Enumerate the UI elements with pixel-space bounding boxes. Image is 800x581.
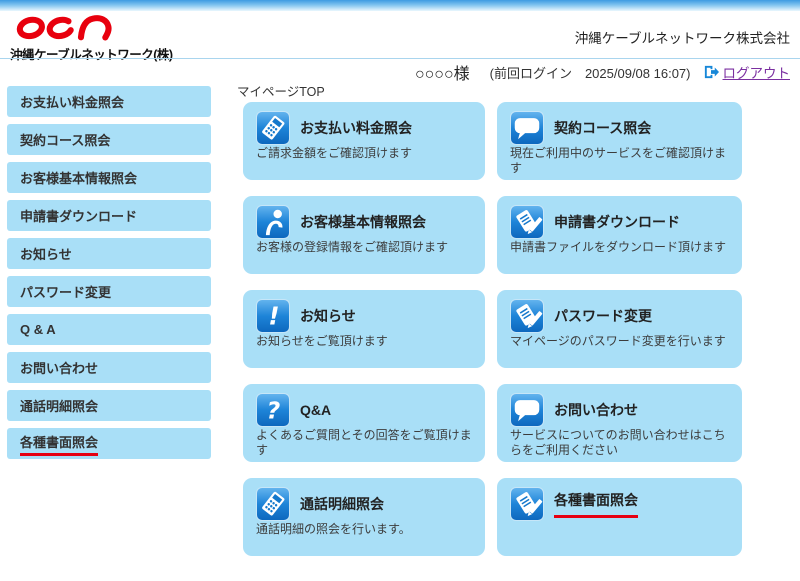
logo-company-text: 沖縄ケーブルネットワーク(株) [10,44,173,63]
card-contract-course[interactable]: 契約コース照会 現在ご利用中のサービスをご確認頂けます [497,102,742,180]
card-title: 通話明細照会 [300,494,384,514]
company-logo[interactable]: 沖縄ケーブルネットワーク(株) [10,13,173,63]
document-pencil-icon [510,487,544,521]
card-description: 通話明細の照会を行います。 [256,522,479,537]
company-name: 沖縄ケーブルネットワーク株式会社 [575,27,790,47]
logout-label: ログアウト [723,62,791,82]
card-title: Q&A [300,402,331,418]
card-title: お支払い料金照会 [300,118,412,138]
sidebar-item-news[interactable]: お知らせ [7,238,211,269]
calculator-icon [256,111,290,145]
speech-bubble-icon [510,393,544,427]
card-application-download[interactable]: 申請書ダウンロード 申請書ファイルをダウンロード頂けます [497,196,742,274]
svg-text:?: ? [267,396,281,424]
card-description: 現在ご利用中のサービスをご確認頂けます [510,146,736,176]
card-title: 各種書面照会 [554,490,638,518]
logout-icon [703,64,719,80]
person-icon [256,205,290,239]
sidebar-item-application-download[interactable]: 申請書ダウンロード [7,200,211,231]
card-qa[interactable]: ? Q&A よくあるご質問とその回答をご覧頂けます [243,384,485,462]
card-title: お問い合わせ [554,400,638,420]
user-name: ○○○○様 [415,60,470,84]
question-icon: ? [256,393,290,427]
speech-bubble-icon [510,111,544,145]
ocn-logo-icon [10,28,160,45]
document-pencil-icon [510,205,544,239]
card-description: お客様の登録情報をご確認頂けます [256,240,479,255]
document-pencil-icon [510,299,544,333]
breadcrumb: マイページTOP [237,81,325,100]
logout-button[interactable]: ログアウト [703,62,791,82]
card-customer-info[interactable]: お客様基本情報照会 お客様の登録情報をご確認頂けます [243,196,485,274]
card-description: お知らせをご覧頂けます [256,334,479,349]
sidebar-item-contract-course[interactable]: 契約コース照会 [7,124,211,155]
card-title: 申請書ダウンロード [554,212,680,232]
card-documents[interactable]: 各種書面照会 [497,478,742,556]
card-title: お客様基本情報照会 [300,212,426,232]
exclamation-icon: ! [256,299,290,333]
card-title: お知らせ [300,306,356,326]
card-password-change[interactable]: パスワード変更 マイページのパスワード変更を行います [497,290,742,368]
card-description: サービスについてのお問い合わせはこちらをご利用ください [510,428,736,458]
sidebar-item-documents[interactable]: 各種書面照会 [7,428,211,459]
card-description: マイページのパスワード変更を行います [510,334,736,349]
sidebar-item-customer-info[interactable]: お客様基本情報照会 [7,162,211,193]
sidebar-item-contact[interactable]: お問い合わせ [7,352,211,383]
sidebar-item-qa[interactable]: Q & A [7,314,211,345]
card-description: 申請書ファイルをダウンロード頂けます [510,240,736,255]
top-gradient-bar [0,0,800,11]
sidebar-item-payment-inquiry[interactable]: お支払い料金照会 [7,86,211,117]
svg-text:!: ! [268,301,279,330]
card-title: パスワード変更 [554,306,652,326]
calculator-icon [256,487,290,521]
header-divider [0,58,800,59]
card-grid: お支払い料金照会 ご請求金額をご確認頂けます 契約コース照会 現在ご利用中のサー… [243,102,742,556]
sidebar-item-call-detail[interactable]: 通話明細照会 [7,390,211,421]
card-description: よくあるご質問とその回答をご覧頂けます [256,428,479,458]
card-description: ご請求金額をご確認頂けます [256,146,479,161]
last-login-info: (前回ログイン 2025/09/08 16:07) [490,63,691,82]
card-news[interactable]: ! お知らせ お知らせをご覧頂けます [243,290,485,368]
card-call-detail[interactable]: 通話明細照会 通話明細の照会を行います。 [243,478,485,556]
sidebar-item-password-change[interactable]: パスワード変更 [7,276,211,307]
card-contact[interactable]: お問い合わせ サービスについてのお問い合わせはこちらをご利用ください [497,384,742,462]
card-payment-inquiry[interactable]: お支払い料金照会 ご請求金額をご確認頂けます [243,102,485,180]
sidebar-menu: お支払い料金照会 契約コース照会 お客様基本情報照会 申請書ダウンロード お知ら… [7,86,211,459]
card-title: 契約コース照会 [554,118,651,138]
user-status-bar: ○○○○様 (前回ログイン 2025/09/08 16:07) ログアウト [415,61,790,83]
